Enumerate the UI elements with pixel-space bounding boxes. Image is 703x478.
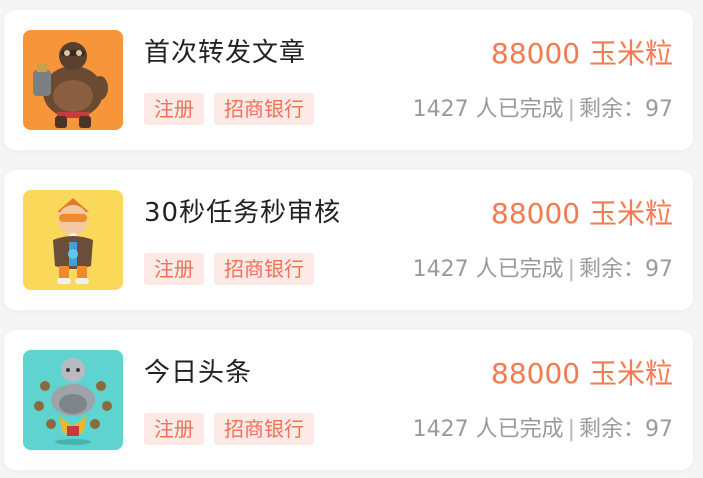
task-title: 首次转发文章: [144, 38, 307, 68]
remaining-count: 剩余：97: [579, 257, 673, 282]
stats-separator: |: [567, 417, 575, 442]
task-title: 今日头条: [144, 358, 253, 388]
task-stats: 1427 人已完成 | 剩余：97: [413, 254, 673, 286]
task-stats: 1427 人已完成 | 剩余：97: [413, 414, 673, 446]
task-stats: 1427 人已完成 | 剩余：97: [413, 94, 673, 126]
tag-bank: 招商银行: [214, 93, 314, 125]
meditating-robot-monk-icon: [23, 350, 123, 450]
tag-group: 注册 招商银行: [144, 253, 314, 285]
task-card[interactable]: 首次转发文章 88000 玉米粒 注册 招商银行 1427 人已完成 | 剩余：97: [4, 10, 693, 150]
reward-amount: 88000 玉米粒: [491, 357, 673, 390]
tag-bank: 招商银行: [214, 253, 314, 285]
tag-register: 注册: [144, 413, 204, 445]
remaining-count: 剩余：97: [579, 417, 673, 442]
task-list: 首次转发文章 88000 玉米粒 注册 招商银行 1427 人已完成 | 剩余：97: [0, 0, 703, 478]
completed-count: 1427 人已完成: [412, 97, 564, 122]
completed-count: 1427 人已完成: [412, 417, 564, 442]
task-title: 30秒任务秒审核: [144, 198, 342, 228]
tag-register: 注册: [144, 253, 204, 285]
task-card[interactable]: 30秒任务秒审核 88000 玉米粒 注册 招商银行 1427 人已完成 | 剩余：…: [4, 170, 693, 310]
goggles-pilot-character-icon: [23, 190, 123, 290]
reward-amount: 88000 玉米粒: [491, 197, 673, 230]
armored-heavy-character-icon: [23, 30, 123, 130]
remaining-count: 剩余：97: [579, 97, 673, 122]
stats-separator: |: [567, 257, 575, 282]
reward-amount: 88000 玉米粒: [491, 37, 673, 70]
completed-count: 1427 人已完成: [412, 257, 564, 282]
tag-bank: 招商银行: [214, 413, 314, 445]
stats-separator: |: [567, 97, 575, 122]
tag-group: 注册 招商银行: [144, 93, 314, 125]
tag-group: 注册 招商银行: [144, 413, 314, 445]
tag-register: 注册: [144, 93, 204, 125]
task-card[interactable]: 今日头条 88000 玉米粒 注册 招商银行 1427 人已完成 | 剩余：97: [4, 330, 693, 470]
